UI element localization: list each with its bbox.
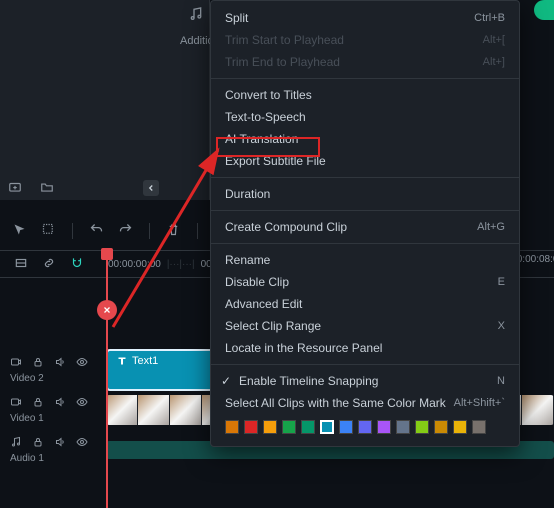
color-swatch[interactable] [472,420,486,434]
visibility-icon[interactable] [76,436,88,451]
visibility-icon[interactable] [76,356,88,371]
menu-convert-titles[interactable]: Convert to Titles [211,84,519,106]
color-swatch[interactable] [358,420,372,434]
color-swatch[interactable] [301,420,315,434]
menu-select-same-color[interactable]: Select All Clips with the Same Color Mar… [211,392,519,414]
check-badge [534,0,554,20]
menu-duration[interactable]: Duration [211,183,519,205]
menu-compound-clip[interactable]: Create Compound ClipAlt+G [211,216,519,238]
playhead-line[interactable] [106,248,108,508]
lock-icon[interactable] [32,396,44,411]
video-track-icon[interactable] [10,356,22,371]
timecode-marker: 00:00:00:00 [108,259,161,270]
media-panel: Additio [0,0,210,200]
color-swatch[interactable] [263,420,277,434]
redo-icon[interactable] [118,222,133,240]
color-swatch[interactable] [282,420,296,434]
color-swatch[interactable] [434,420,448,434]
delete-icon[interactable] [166,222,181,240]
color-swatch[interactable] [453,420,467,434]
menu-advanced-edit[interactable]: Advanced Edit [211,293,519,315]
color-swatch[interactable] [415,420,429,434]
track-label: Video 1 [10,413,100,424]
menu-trim-end: Trim End to PlayheadAlt+] [211,51,519,73]
menu-rename[interactable]: Rename [211,249,519,271]
panel-collapse-button[interactable] [143,180,159,196]
select-tool-icon[interactable] [41,222,56,240]
magnet-snap-icon[interactable] [70,256,84,273]
mute-icon[interactable] [54,356,66,371]
color-swatch[interactable] [396,420,410,434]
timeline-view-icon[interactable] [14,256,28,273]
color-swatch[interactable] [225,420,239,434]
video-track-icon[interactable] [10,396,22,411]
menu-enable-snapping[interactable]: ✓Enable Timeline SnappingN [211,370,519,392]
color-swatches [211,414,519,440]
menu-text-to-speech[interactable]: Text-to-Speech [211,106,519,128]
pointer-tool-icon[interactable] [12,222,27,240]
mute-icon[interactable] [54,396,66,411]
lock-icon[interactable] [32,436,44,451]
link-icon[interactable] [42,256,56,273]
menu-export-subtitle[interactable]: Export Subtitle File [211,150,519,172]
menu-disable-clip[interactable]: Disable ClipE [211,271,519,293]
folder-icon[interactable] [40,180,54,197]
additional-tab-label[interactable]: Additio [180,35,214,47]
track-label: Video 2 [10,373,100,384]
lock-icon[interactable] [32,356,44,371]
check-icon: ✓ [221,374,235,388]
mute-icon[interactable] [54,436,66,451]
menu-trim-start: Trim Start to PlayheadAlt+[ [211,29,519,51]
undo-icon[interactable] [89,222,104,240]
text-clip-label: Text1 [132,355,158,367]
clip-context-menu: SplitCtrl+B Trim Start to PlayheadAlt+[ … [210,0,520,447]
color-swatch[interactable] [320,420,334,434]
add-folder-icon[interactable] [8,180,22,197]
color-swatch[interactable] [244,420,258,434]
music-tab-icon[interactable] [185,0,207,30]
menu-select-clip-range[interactable]: Select Clip RangeX [211,315,519,337]
color-swatch[interactable] [377,420,391,434]
menu-split[interactable]: SplitCtrl+B [211,7,519,29]
visibility-icon[interactable] [76,396,88,411]
menu-locate-resource[interactable]: Locate in the Resource Panel [211,337,519,359]
track-label: Audio 1 [10,453,100,464]
audio-track-icon[interactable] [10,436,22,451]
color-swatch[interactable] [339,420,353,434]
menu-ai-translation[interactable]: AI Translation [211,128,519,150]
playhead-handle[interactable] [97,300,117,320]
